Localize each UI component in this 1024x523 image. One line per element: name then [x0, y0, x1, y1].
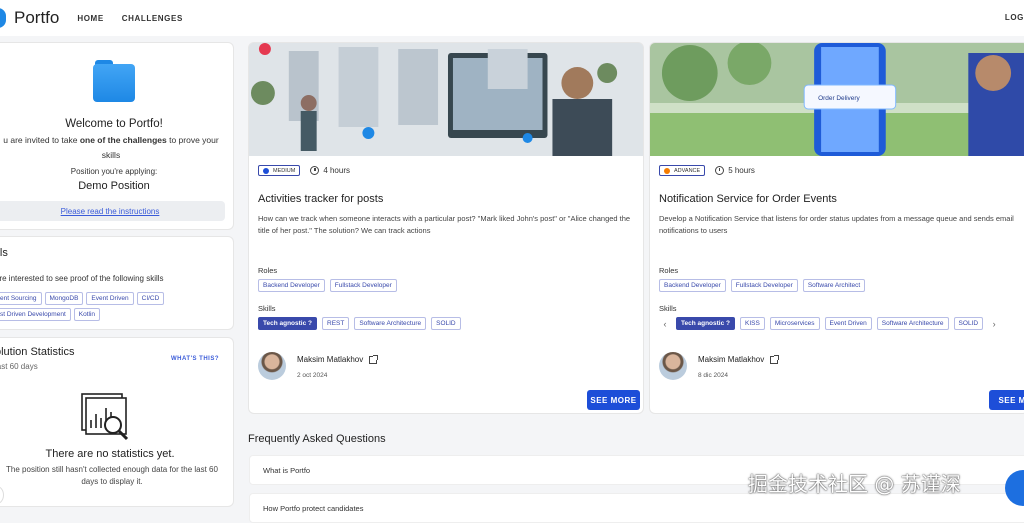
skills-description: are interested to see proof of the follo…	[0, 274, 164, 283]
role-chip: Backend Developer	[258, 279, 325, 292]
skill-chip: ent Sourcing	[0, 292, 42, 305]
skill-chip: KISS	[740, 317, 765, 330]
role-chip: Backend Developer	[659, 279, 726, 292]
card-meta-row: ADVANCE 5 hours	[659, 165, 755, 176]
author-block: Maksim Matlakhov 8 dic 2024	[659, 352, 780, 380]
duration-text: 5 hours	[728, 166, 755, 175]
welcome-panel: Welcome to Portfo! u are invited to take…	[0, 42, 234, 230]
publish-date: 2 oct 2024	[297, 372, 328, 379]
challenge-description: How can we track when someone interacts …	[258, 214, 631, 235]
challenge-title[interactable]: Notification Service for Order Events	[659, 193, 837, 205]
watermark: 掘金技术社区 @ 苏谨深	[748, 472, 961, 496]
portfo-logo[interactable]: Portfo	[0, 8, 59, 28]
skills-carousel: ‹ Tech agnostic ? KISS Microservices Eve…	[659, 317, 1000, 330]
challenge-hero-image: Order Delivery	[650, 43, 1024, 156]
role-chip: Fullstack Developer	[730, 279, 798, 292]
nav-home[interactable]: HOME	[77, 14, 103, 23]
see-more-button[interactable]: SEE MORE	[587, 390, 640, 410]
challenge-card[interactable]: MEDIUM 4 hours Activities tracker for po…	[248, 42, 644, 414]
stats-subtitle: last 60 days	[0, 362, 38, 371]
folder-icon	[93, 60, 135, 102]
logo-text: Portfo	[14, 8, 60, 27]
portfo-logo-icon	[0, 8, 6, 28]
skill-chip: Software Architecture	[876, 317, 949, 330]
chevron-right-icon[interactable]: ›	[988, 319, 1000, 329]
no-statistics-description: The position still hasn't collected enou…	[6, 465, 218, 486]
skill-chip: SOLID	[431, 317, 461, 330]
external-link-icon[interactable]	[369, 354, 379, 364]
skill-chip: Software Architecture	[354, 317, 427, 330]
welcome-title: Welcome to Portfo!	[65, 118, 163, 130]
skill-chip: Event Driven	[86, 292, 134, 305]
see-more-button[interactable]: SEE MO	[989, 390, 1024, 410]
skill-chip: REST	[322, 317, 350, 330]
faq-title: Frequently Asked Questions	[248, 433, 386, 445]
nav-challenges[interactable]: CHALLENGES	[122, 14, 183, 23]
position-label: Position you're applying:	[70, 167, 158, 176]
position-name: Demo Position	[78, 180, 150, 192]
clock-icon	[715, 166, 725, 175]
skill-chip: SOLID	[953, 317, 984, 330]
role-chip: Software Architect	[802, 279, 866, 292]
skills-chip-list: ent Sourcing MongoDB Event Driven CI/CD …	[0, 292, 231, 321]
author-avatar	[659, 352, 687, 380]
skills-list: Tech agnostic ? REST Software Architectu…	[258, 317, 461, 330]
skill-chip: CI/CD	[136, 292, 165, 305]
skill-chip: Microservices	[769, 317, 820, 330]
skill-chip: st Driven Development	[0, 308, 71, 321]
author-block: Maksim Matlakhov 2 oct 2024	[258, 352, 379, 380]
skill-chip: Kotlin	[73, 308, 101, 321]
hero-text: Order Delivery	[818, 95, 860, 102]
skill-chip: Event Driven	[824, 317, 872, 330]
faq-item[interactable]: How Portfo protect candidates	[249, 493, 1024, 523]
role-chip: Fullstack Developer	[329, 279, 397, 292]
difficulty-dot-icon	[263, 167, 269, 174]
chevron-left-icon[interactable]: ‹	[659, 319, 671, 329]
author-name[interactable]: Maksim Matlakhov	[297, 354, 379, 364]
skills-panel: ills are interested to see proof of the …	[0, 236, 234, 330]
author-name[interactable]: Maksim Matlakhov	[698, 354, 780, 364]
challenge-hero-image	[249, 43, 643, 156]
external-link-icon[interactable]	[770, 354, 780, 364]
roles-label: Roles	[659, 266, 679, 275]
skills-label: Skills	[659, 304, 677, 313]
skills-label: Skills	[258, 304, 276, 313]
skills-title: ills	[0, 247, 8, 259]
challenge-card[interactable]: Order Delivery ADVANCE 5 hours Notificat…	[649, 42, 1024, 414]
difficulty-badge: MEDIUM	[258, 165, 301, 176]
clock-icon	[310, 166, 320, 175]
whats-this-link[interactable]: WHAT'S THIS?	[171, 356, 219, 362]
roles-list: Backend Developer Fullstack Developer	[258, 279, 397, 292]
difficulty-badge: ADVANCE	[659, 165, 706, 176]
challenge-description: Develop a Notification Service that list…	[659, 214, 1014, 235]
solution-statistics-panel: olution Statistics last 60 days WHAT'S T…	[0, 337, 234, 507]
duration-text: 4 hours	[323, 166, 350, 175]
difficulty-dot-icon	[664, 167, 670, 174]
roles-list: Backend Developer Fullstack Developer So…	[659, 279, 866, 292]
publish-date: 8 dic 2024	[698, 372, 728, 379]
tech-agnostic-chip[interactable]: Tech agnostic ?	[258, 317, 317, 330]
skill-chip: MongoDB	[44, 292, 84, 305]
nav-login[interactable]: LOG	[1005, 13, 1024, 22]
challenge-title[interactable]: Activities tracker for posts	[258, 193, 383, 205]
author-avatar	[258, 352, 286, 380]
stats-title: olution Statistics	[0, 346, 75, 358]
card-meta-row: MEDIUM 4 hours	[258, 165, 350, 176]
no-data-chart-icon	[81, 393, 129, 441]
tech-agnostic-chip[interactable]: Tech agnostic ?	[676, 317, 735, 330]
top-navbar: Portfo HOME CHALLENGES LOG	[0, 0, 1024, 36]
instructions-link[interactable]: Please read the instructions	[0, 201, 225, 221]
no-statistics-title: There are no statistics yet.	[45, 448, 175, 460]
roles-label: Roles	[258, 266, 278, 275]
welcome-description: u are invited to take one of the challen…	[3, 135, 219, 160]
